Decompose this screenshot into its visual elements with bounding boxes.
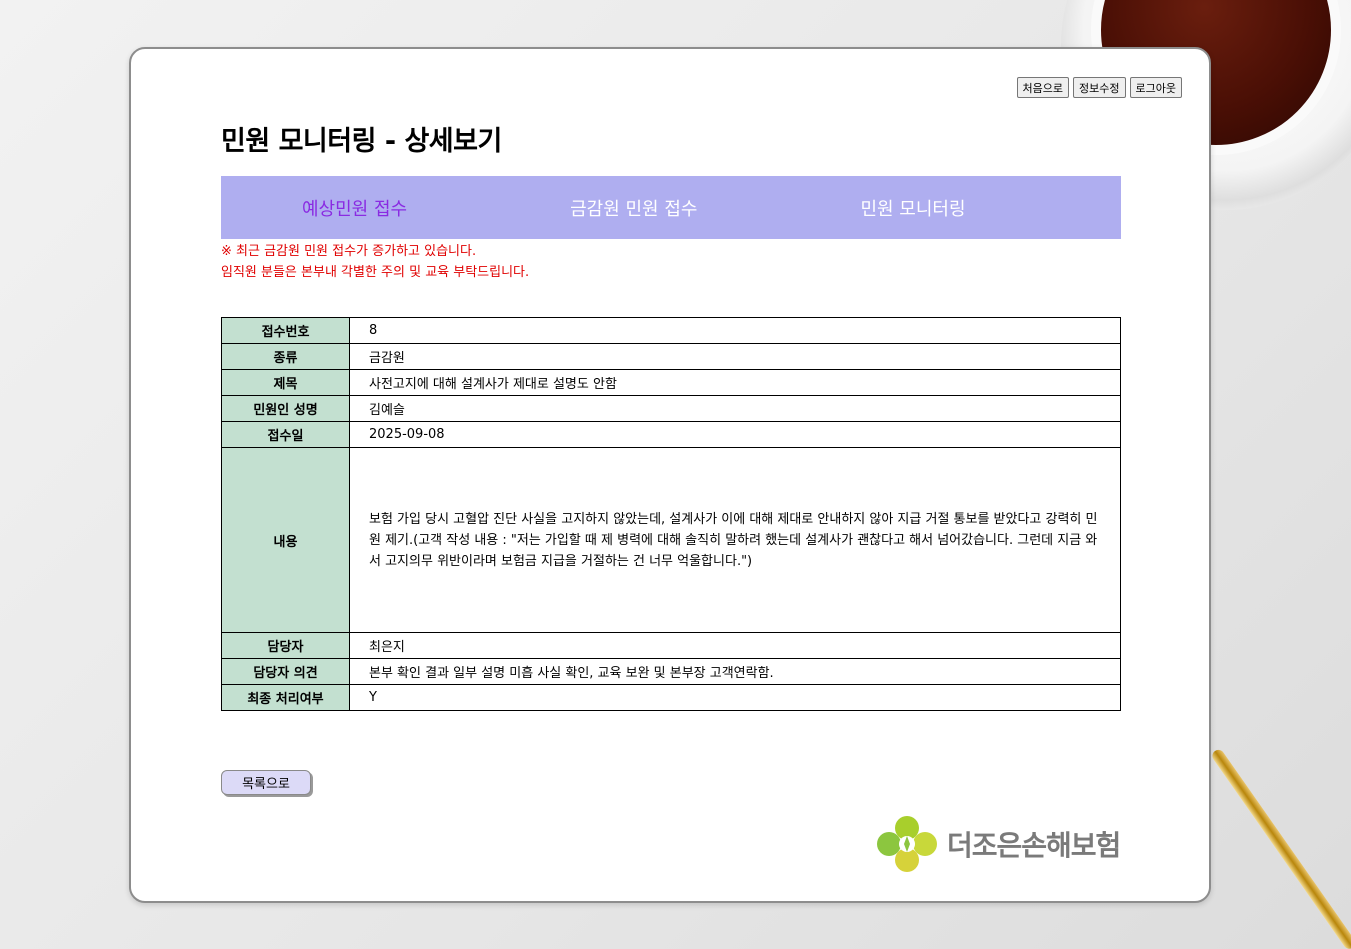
company-logo: 더조은손해보험 [875,814,1121,874]
company-name: 더조은손해보험 [947,829,1121,862]
main-card: 처음으로 정보수정 로그아웃 민원 모니터링 - 상세보기 예상민원 접수 금감… [129,47,1211,903]
row-value: 본부 확인 결과 일부 설명 미흡 사실 확인, 교육 보완 및 본부장 고객연… [349,658,1121,685]
table-row: 접수일 2025-09-08 [221,421,1121,448]
table-row: 접수번호 8 [221,317,1121,344]
row-value: 사전고지에 대해 설계사가 제대로 설명도 안함 [349,369,1121,396]
logout-button[interactable]: 로그아웃 [1129,77,1182,98]
nav-item-fss-complaint[interactable]: 금감원 민원 접수 [570,195,697,221]
row-label: 제목 [221,369,350,396]
table-row: 제목 사전고지에 대해 설계사가 제대로 설명도 안함 [221,369,1121,396]
row-label: 담당자 [221,632,350,659]
nav-item-expected-complaint[interactable]: 예상민원 접수 [302,195,407,221]
notice-line-2: 임직원 분들은 본부내 각별한 주의 및 교육 부탁드립니다. [221,265,530,280]
table-row: 최종 처리여부 Y [221,684,1121,711]
back-to-list-button[interactable]: 목록으로 [221,770,311,795]
row-label: 접수번호 [221,317,350,344]
row-value: 8 [349,317,1121,344]
table-row: 내용 보험 가입 당시 고혈압 진단 사실을 고지하지 않았는데, 설계사가 이… [221,447,1121,633]
row-label: 담당자 의견 [221,658,350,685]
row-label: 민원인 성명 [221,395,350,422]
row-label: 종류 [221,343,350,370]
row-value: 보험 가입 당시 고혈압 진단 사실을 고지하지 않았는데, 설계사가 이에 대… [349,447,1121,633]
table-row: 담당자 의견 본부 확인 결과 일부 설명 미흡 사실 확인, 교육 보완 및 … [221,658,1121,685]
row-label: 접수일 [221,421,350,448]
notice-line-1: ※ 최근 금감원 민원 접수가 증가하고 있습니다. [221,244,477,259]
edit-profile-button[interactable]: 정보수정 [1073,77,1126,98]
complaint-detail-table: 접수번호 8 종류 금감원 제목 사전고지에 대해 설계사가 제대로 설명도 안… [221,317,1121,711]
nav-item-complaint-monitoring[interactable]: 민원 모니터링 [860,195,965,221]
clover-logo-icon [877,816,937,872]
row-value: 2025-09-08 [349,421,1121,448]
table-row: 담당자 최은지 [221,632,1121,659]
notice-text: ※ 최근 금감원 민원 접수가 증가하고 있습니다. 임직원 분들은 본부내 각… [221,241,529,283]
row-label: 내용 [221,447,350,633]
row-value: 김예슬 [349,395,1121,422]
nav-bar: 예상민원 접수 금감원 민원 접수 민원 모니터링 [221,176,1121,239]
page-title: 민원 모니터링 - 상세보기 [221,126,502,157]
table-row: 민원인 성명 김예슬 [221,395,1121,422]
row-value: 금감원 [349,343,1121,370]
home-button[interactable]: 처음으로 [1016,77,1070,98]
table-row: 종류 금감원 [221,343,1121,370]
row-value: 최은지 [349,632,1121,659]
row-value: Y [349,684,1121,711]
row-label: 최종 처리여부 [221,684,350,711]
top-button-group: 처음으로 정보수정 로그아웃 [1016,77,1182,98]
